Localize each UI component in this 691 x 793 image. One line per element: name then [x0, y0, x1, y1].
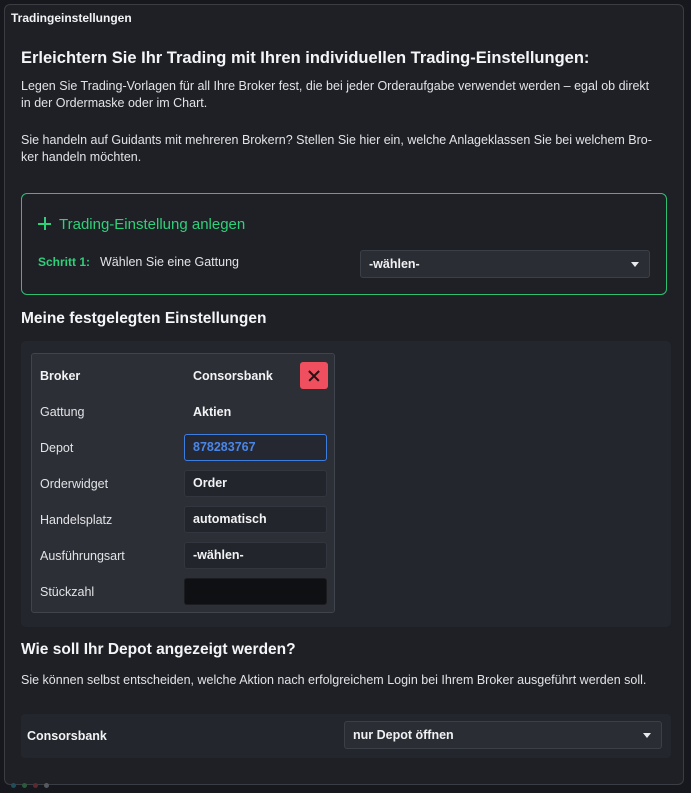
chevron-down-icon — [643, 733, 651, 738]
broker-value: Consorsbank — [193, 369, 273, 383]
depot-broker-label: Consorsbank — [27, 729, 107, 743]
intro-p2-line2: ker handeln möchten. — [21, 150, 142, 164]
footer-dots — [11, 775, 55, 793]
intro-p1-line1: Legen Sie Trading-Vorlagen für all Ihre … — [21, 79, 650, 93]
orderwidget-field[interactable]: Order — [184, 470, 327, 497]
window-title: Tradingeinstellungen — [11, 11, 132, 25]
footer-dot — [11, 783, 16, 788]
plus-icon — [38, 217, 51, 230]
intro-p2-line1: Sie handeln auf Guidants mit mehreren Br… — [21, 133, 652, 147]
chevron-down-icon — [631, 262, 639, 267]
depot-display-row: Consorsbank nur Depot öffnen — [21, 714, 671, 758]
depot-label: Depot — [40, 441, 74, 455]
depot-field[interactable]: 878283767 — [184, 434, 327, 461]
handelsplatz-label: Handelsplatz — [40, 513, 113, 527]
ausfuehrungsart-label: Ausführungsart — [40, 549, 125, 563]
footer-dot — [22, 783, 27, 788]
intro-heading: Erleichtern Sie Ihr Trading mit Ihren in… — [21, 49, 590, 67]
settings-heading: Meine festgelegten Einstellungen — [21, 310, 267, 327]
depot-display-text: Sie können selbst entscheiden, welche Ak… — [21, 673, 647, 687]
setting-card: Broker Consorsbank Gattung Aktien Depot … — [31, 353, 335, 613]
depot-action-value: nur Depot öffnen — [353, 728, 454, 742]
create-setting-link[interactable]: Trading-Einstellung anlegen — [38, 216, 245, 233]
settings-panel: Broker Consorsbank Gattung Aktien Depot … — [21, 341, 671, 627]
stueckzahl-input[interactable] — [184, 578, 327, 605]
intro-paragraph-1: Legen Sie Trading-Vorlagen für all Ihre … — [21, 78, 661, 112]
step-1-text: Wählen Sie eine Gattung — [100, 255, 239, 269]
depot-display-heading: Wie soll Ihr Depot angezeigt werden? — [21, 641, 296, 658]
broker-label: Broker — [40, 369, 81, 383]
step-1-label: Schritt 1: — [38, 255, 91, 269]
gattung-select-value: -wählen- — [369, 257, 420, 271]
footer-dot — [33, 783, 38, 788]
ausfuehrungsart-field[interactable]: -wählen- — [184, 542, 327, 569]
gattung-select[interactable]: -wählen- — [360, 250, 650, 278]
intro-paragraph-2: Sie handeln auf Guidants mit mehreren Br… — [21, 132, 661, 166]
create-setting-box: Trading-Einstellung anlegen Schritt 1: W… — [21, 193, 667, 295]
depot-action-select[interactable]: nur Depot öffnen — [344, 721, 662, 749]
delete-setting-button[interactable] — [300, 362, 328, 389]
create-setting-label: Trading-Einstellung anlegen — [59, 216, 246, 233]
gattung-value: Aktien — [193, 405, 232, 419]
settings-window: Tradingeinstellungen Erleichtern Sie Ihr… — [4, 4, 684, 788]
gattung-label: Gattung — [40, 405, 85, 419]
orderwidget-label: Orderwidget — [40, 477, 109, 491]
stueckzahl-label: Stückzahl — [40, 585, 95, 599]
intro-p1-line2: in der Ordermaske oder im Chart. — [21, 96, 208, 110]
footer-dot — [44, 783, 49, 788]
handelsplatz-field[interactable]: automatisch — [184, 506, 327, 533]
